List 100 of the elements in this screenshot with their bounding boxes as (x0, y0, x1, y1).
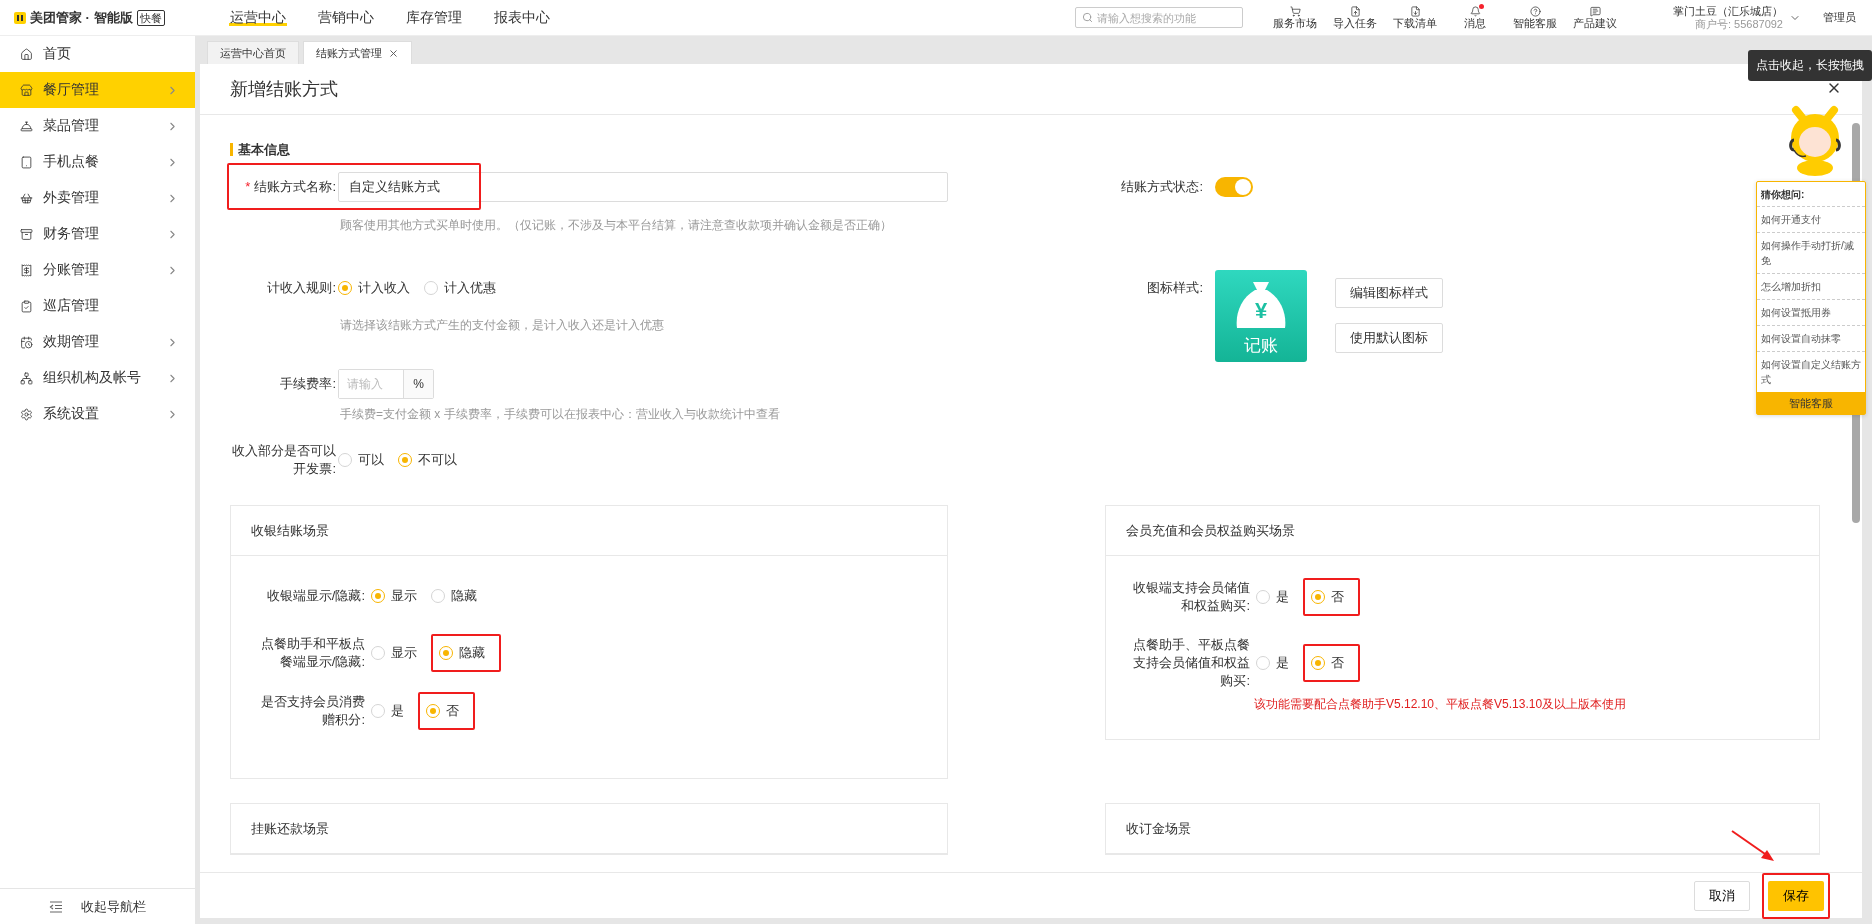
receipt-icon (20, 263, 33, 277)
card-title: 会员充值和会员权益购买场景 (1126, 521, 1295, 540)
sidebar-item[interactable]: 巡店管理 (0, 288, 195, 324)
sidebar-item[interactable]: 首页 (0, 36, 195, 72)
fee-rate-field[interactable]: 请输入 % (338, 369, 434, 399)
search-icon (1082, 12, 1093, 23)
nav-tab[interactable]: 运营中心 (228, 8, 287, 27)
basket-icon (20, 191, 33, 205)
sidebar-label: 系统设置 (43, 405, 100, 423)
card-title: 收订金场景 (1126, 819, 1191, 838)
radio-option[interactable]: 是 (1256, 588, 1289, 606)
brand-name: 美团管家 · 智能版 (30, 8, 133, 27)
cloche-icon (20, 119, 33, 133)
field-label: 结账方式状态: (1120, 178, 1204, 196)
toolbar-button[interactable]: 消息 (1445, 5, 1505, 30)
field-label: 是否支持会员消费赠积分: (260, 693, 366, 729)
save-button[interactable]: 保存 (1768, 880, 1824, 911)
file-download-icon (1409, 5, 1421, 17)
field-hint: 请选择该结账方式产生的支付金额，是计入收入还是计入优惠 (340, 317, 665, 334)
radio-option[interactable]: 否 (426, 702, 459, 720)
nav-tab[interactable]: 报表中心 (492, 8, 551, 27)
help-icon (1529, 5, 1541, 17)
toolbar-button[interactable]: 导入任务 (1325, 5, 1385, 30)
page-tab[interactable]: 运营中心首页 (207, 41, 299, 64)
status-toggle[interactable] (1215, 177, 1253, 197)
field-label: 手续费率: (279, 375, 337, 393)
sidebar-item[interactable]: 餐厅管理 (0, 72, 195, 108)
section-title: 基本信息 (230, 143, 290, 156)
sidebar-item[interactable]: 财务管理 (0, 216, 195, 252)
radio-option[interactable]: 显示 (371, 587, 417, 605)
home-icon (20, 47, 33, 61)
clipboard-icon (20, 299, 33, 313)
field-label: 收银端显示/隐藏: (265, 587, 366, 605)
collapse-icon (49, 900, 63, 913)
sidebar-item[interactable]: 外卖管理 (0, 180, 195, 216)
field-label: 收入部分是否可以开发票: (231, 442, 337, 478)
sidebar-label: 餐厅管理 (43, 81, 100, 99)
nav-tab[interactable]: 库存管理 (404, 8, 463, 27)
toolbar-button[interactable]: 服务市场 (1265, 5, 1325, 30)
field-hint: 顾客使用其他方式买单时使用。（仅记账，不涉及与本平台结算，请注意查收款项并确认金额是否正确） (340, 217, 893, 234)
help-question[interactable]: 如何设置自动抹零 (1757, 325, 1865, 351)
sidebar-label: 手机点餐 (43, 153, 100, 171)
sidebar-item[interactable]: 分账管理 (0, 252, 195, 288)
radio-option[interactable]: 显示 (371, 644, 417, 662)
help-question[interactable]: 如何设置抵用券 (1757, 299, 1865, 325)
calendar-icon (20, 335, 33, 349)
unit-label: % (403, 370, 433, 398)
radio-option[interactable]: 计入优惠 (424, 279, 496, 297)
sidebar-label: 效期管理 (43, 333, 100, 351)
help-question[interactable]: 怎么增加折扣 (1757, 273, 1865, 299)
radio-option[interactable]: 否 (1311, 588, 1344, 606)
field-label: * 结账方式名称: (244, 178, 337, 196)
nav-tab[interactable]: 营销中心 (316, 8, 375, 27)
help-heading: 猜你想问: (1760, 188, 1806, 202)
field-label: 图标样式: (1146, 279, 1204, 297)
message-icon (1589, 5, 1601, 17)
radio-option[interactable]: 是 (371, 702, 404, 720)
money-bag-icon (1236, 282, 1286, 328)
archive-icon (20, 227, 33, 241)
dialog-title: 新增结账方式 (230, 78, 338, 101)
sidebar-item[interactable]: 系统设置 (0, 396, 195, 432)
version-note: 该功能需要配合点餐助手V5.12.10、平板点餐V5.13.10及以上版本使用 (1254, 696, 1628, 713)
sidebar-item[interactable]: 效期管理 (0, 324, 195, 360)
sidebar-label: 巡店管理 (43, 297, 100, 315)
search-field[interactable]: 请输入想搜索的功能 (1075, 7, 1243, 28)
radio-option[interactable]: 隐藏 (439, 644, 485, 662)
store-name: 掌门土豆（汇乐城店） (1673, 4, 1783, 18)
page-tab[interactable]: 结账方式管理 (303, 41, 412, 64)
radio-option[interactable]: 可以 (338, 451, 384, 469)
icon-style-button[interactable]: 使用默认图标 (1335, 323, 1443, 353)
user-role[interactable]: 管理员 (1823, 10, 1856, 25)
cancel-button[interactable]: 取消 (1694, 880, 1750, 911)
help-question[interactable]: 如何操作手动打折/减免 (1757, 232, 1865, 273)
collapse-label: 收起导航栏 (81, 897, 146, 916)
tooltip: 点击收起，长按拖拽 (1748, 50, 1872, 81)
settings-icon (20, 407, 33, 421)
assistant-button[interactable]: 智能客服 (1757, 392, 1865, 414)
radio-option[interactable]: 计入收入 (338, 279, 410, 297)
sidebar-item[interactable]: 手机点餐 (0, 144, 195, 180)
toolbar-button[interactable]: 智能客服 (1505, 5, 1565, 30)
radio-option[interactable]: 否 (1311, 654, 1344, 672)
radio-option[interactable]: 是 (1256, 654, 1289, 672)
name-field[interactable]: 自定义结账方式 (338, 172, 948, 202)
radio-option[interactable]: 隐藏 (431, 587, 477, 605)
radio-option[interactable]: 不可以 (398, 451, 457, 469)
toolbar-button[interactable]: 产品建议 (1565, 5, 1625, 30)
sidebar-label: 组织机构及帐号 (43, 369, 142, 387)
edition-badge: 快餐 (136, 9, 165, 26)
toolbar-button[interactable]: 下载清单 (1385, 5, 1445, 30)
help-question[interactable]: 如何开通支付 (1757, 206, 1865, 232)
icon-style-button[interactable]: 编辑图标样式 (1335, 278, 1443, 308)
field-hint: 手续费=支付金额 x 手续费率，手续费可以在报表中心：营业收入与收款统计中查看 (340, 406, 781, 423)
sidebar-item[interactable]: 菜品管理 (0, 108, 195, 144)
network-icon (20, 371, 33, 385)
cart-icon (1289, 5, 1301, 17)
close-icon[interactable] (388, 47, 399, 59)
currency-symbol: ¥ (1253, 300, 1269, 322)
sidebar-item[interactable]: 组织机构及帐号 (0, 360, 195, 396)
merchant-number: 商户号: 55687092 (1694, 17, 1783, 31)
tablet-icon (20, 155, 33, 169)
